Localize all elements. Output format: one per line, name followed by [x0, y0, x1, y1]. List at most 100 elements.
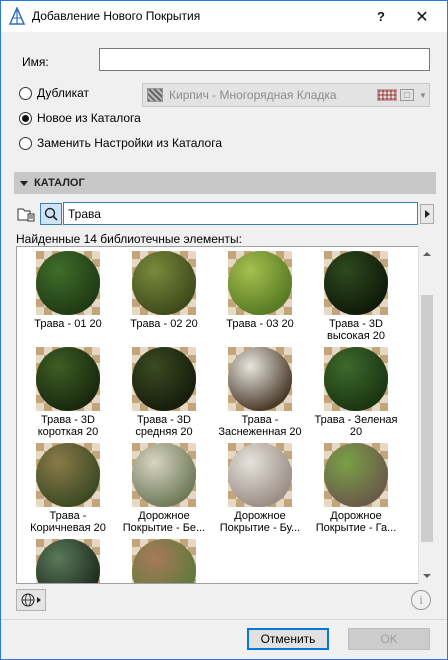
results-list[interactable]: Трава - 01 20 Трава - 02 20 Трава - 03 20 Т… [16, 246, 434, 584]
collapse-triangle-icon [20, 180, 28, 186]
material-sphere-preview [228, 443, 292, 507]
brick-swatch-icon [147, 88, 163, 102]
radio-new-from-catalog[interactable]: Новое из Каталога [19, 111, 141, 125]
material-sphere-preview [36, 539, 100, 583]
duplicate-combo: Кирпич - Многорядная Кладка ▢ ▼ [142, 83, 430, 107]
material-sphere-preview [36, 347, 100, 411]
material-thumbnail [36, 251, 100, 315]
scroll-down-arrow[interactable] [419, 568, 435, 584]
results-scrollbar[interactable] [418, 246, 434, 584]
material-item[interactable]: Трава - 02 20 [116, 249, 212, 345]
material-thumbnail [132, 347, 196, 411]
material-label: Трава - 02 20 [130, 318, 198, 330]
cancel-button[interactable]: Отменить [247, 628, 329, 650]
scrollbar-thumb[interactable] [421, 295, 433, 542]
results-count-text: Найденные 14 библиотечные элементы: [16, 232, 243, 246]
info-icon: i [419, 593, 423, 607]
scroll-up-arrow[interactable] [419, 246, 435, 262]
material-thumbnail [228, 443, 292, 507]
material-thumbnail [36, 443, 100, 507]
material-item[interactable]: Трава - 3D короткая 20 [20, 345, 116, 441]
radio-new-from-catalog-label: Новое из Каталога [37, 111, 141, 125]
close-button[interactable]: ✕ [402, 1, 442, 32]
duplicate-combo-value: Кирпич - Многорядная Кладка [169, 88, 337, 102]
material-thumbnail [324, 443, 388, 507]
material-sphere-preview [132, 539, 196, 583]
material-label: Дорожное Покрытие - Бу... [219, 510, 301, 534]
material-label: Трава - 3D высокая 20 [327, 318, 385, 342]
catalog-section-header[interactable]: КАТАЛОГ [14, 172, 436, 194]
material-thumbnail [36, 347, 100, 411]
material-sphere-preview [324, 443, 388, 507]
search-toggle-button[interactable] [40, 203, 62, 225]
brick-pattern-icon [377, 89, 397, 101]
search-go-button[interactable] [420, 204, 434, 224]
material-item[interactable]: Дорожное Покрытие - Га... [308, 441, 404, 537]
material-item[interactable]: Трава - Зеленая 20 [308, 345, 404, 441]
material-item[interactable]: Трава - 03 20 [212, 249, 308, 345]
title-bar: Добавление Нового Покрытия ? ✕ [1, 1, 447, 32]
play-arrow-icon [424, 210, 430, 218]
material-sphere-preview [36, 251, 100, 315]
globe-menu-button[interactable] [16, 589, 46, 611]
catalog-section-title: КАТАЛОГ [34, 177, 85, 189]
material-item[interactable]: Трава - Заснеженная 20 [212, 345, 308, 441]
material-item[interactable]: Трава - 3D высокая 20 [308, 249, 404, 345]
material-sphere-preview [36, 443, 100, 507]
material-thumbnail [324, 347, 388, 411]
folder-icon [17, 208, 35, 222]
material-thumbnail [132, 251, 196, 315]
material-item[interactable]: Трава - Коричневая 20 [20, 441, 116, 537]
radio-new-from-catalog-circle[interactable] [19, 111, 32, 125]
material-label: Трава - Заснеженная 20 [218, 414, 302, 438]
material-label: Дорожное Покрытие - Га... [315, 510, 397, 534]
name-input[interactable] [99, 48, 430, 71]
material-item[interactable]: Трава - 01 20 [20, 249, 116, 345]
material-thumbnail [132, 443, 196, 507]
material-label: Трава - Зеленая 20 [314, 414, 398, 438]
folder-browse-button[interactable] [15, 203, 37, 225]
material-sphere-preview [324, 251, 388, 315]
menu-arrow-icon [37, 597, 41, 603]
material-item[interactable] [116, 537, 212, 583]
material-thumbnail [324, 251, 388, 315]
name-label: Имя: [22, 55, 49, 69]
catalog-search-input[interactable] [63, 202, 418, 225]
globe-icon [21, 593, 35, 607]
ok-button[interactable]: OK [348, 628, 430, 650]
radio-duplicate-circle[interactable] [19, 86, 32, 100]
material-sphere-preview [228, 251, 292, 315]
material-item[interactable]: Дорожное Покрытие - Бе... [116, 441, 212, 537]
radio-replace-settings-label: Заменить Настройки из Каталога [37, 136, 223, 150]
material-label: Трава - 3D короткая 20 [37, 414, 99, 438]
material-item[interactable] [20, 537, 116, 583]
material-sphere-preview [228, 347, 292, 411]
material-item[interactable]: Дорожное Покрытие - Бу... [212, 441, 308, 537]
radio-replace-settings-circle[interactable] [19, 136, 32, 150]
material-sphere-preview [132, 443, 196, 507]
material-thumbnail [228, 347, 292, 411]
material-label: Трава - 03 20 [226, 318, 294, 330]
material-sphere-preview [324, 347, 388, 411]
material-label: Трава - Коричневая 20 [30, 510, 106, 534]
archicad-app-icon [9, 7, 25, 25]
arrow-down-icon [423, 574, 431, 578]
material-label: Трава - 01 20 [34, 318, 102, 330]
material-thumbnail [228, 251, 292, 315]
radio-duplicate-label: Дубликат [37, 86, 89, 100]
search-icon [44, 207, 58, 221]
radio-duplicate[interactable]: Дубликат [19, 86, 89, 100]
material-label: Трава - 3D средняя 20 [135, 414, 193, 438]
material-sphere-preview [132, 251, 196, 315]
window-title: Добавление Нового Покрытия [32, 9, 201, 23]
footer-divider [1, 619, 447, 620]
help-button[interactable]: ? [361, 1, 401, 32]
material-thumbnail [132, 539, 196, 583]
material-thumbnail [36, 539, 100, 583]
info-button[interactable]: i [411, 590, 431, 610]
material-item[interactable]: Трава - 3D средняя 20 [116, 345, 212, 441]
dialog-window: Добавление Нового Покрытия ? ✕ Имя: Дубл… [0, 0, 448, 660]
material-label: Дорожное Покрытие - Бе... [122, 510, 206, 534]
chevron-down-icon: ▼ [419, 90, 427, 100]
radio-replace-settings[interactable]: Заменить Настройки из Каталога [19, 136, 222, 150]
